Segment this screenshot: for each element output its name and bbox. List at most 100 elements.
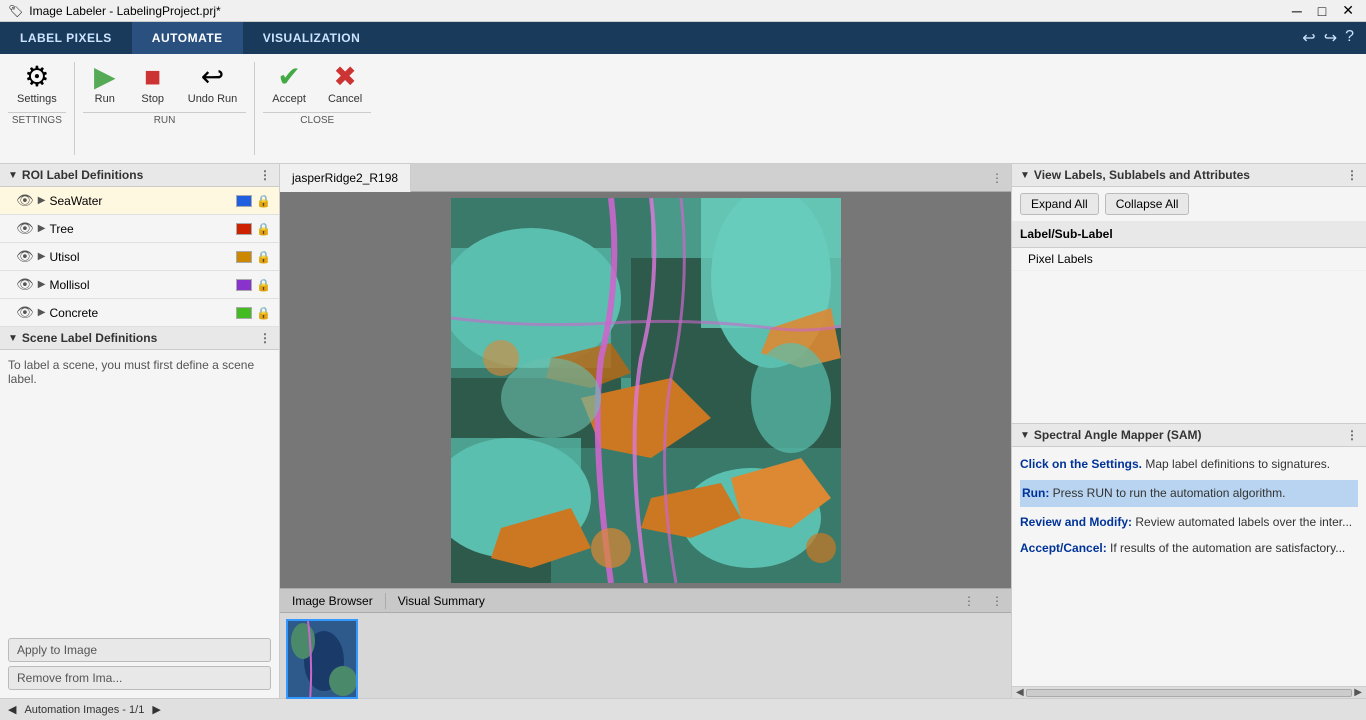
lock-icon-seawater[interactable]: 🔒 bbox=[256, 194, 271, 208]
cancel-label: Cancel bbox=[328, 93, 362, 105]
scene-collapse-arrow[interactable]: ▼ bbox=[8, 333, 18, 344]
eye-icon-mollisol[interactable]: 👁 bbox=[16, 276, 34, 293]
roi-collapse-arrow[interactable]: ▼ bbox=[8, 170, 18, 181]
sam-step3-text: Review automated labels over the inter..… bbox=[1135, 515, 1352, 529]
summary-menu-button[interactable]: ⋮ bbox=[983, 594, 1011, 608]
status-prev-arrow[interactable]: ◀ bbox=[8, 703, 16, 716]
settings-group-label: SETTINGS bbox=[8, 112, 66, 126]
cancel-button[interactable]: ✖ Cancel bbox=[319, 58, 371, 110]
lock-icon-utisol[interactable]: 🔒 bbox=[256, 250, 271, 264]
labels-collapse-arrow[interactable]: ▼ bbox=[1020, 170, 1030, 181]
lock-icon-tree[interactable]: 🔒 bbox=[256, 222, 271, 236]
remove-from-image-button[interactable]: Remove from Ima... bbox=[8, 666, 271, 690]
run-button[interactable]: ▶ Run bbox=[83, 58, 127, 110]
sam-menu-button[interactable]: ⋮ bbox=[1346, 428, 1358, 442]
labels-menu-button[interactable]: ⋮ bbox=[1346, 168, 1358, 182]
undo-run-button[interactable]: ↩ Undo Run bbox=[179, 58, 247, 110]
maximize-button[interactable]: □ bbox=[1314, 2, 1330, 19]
roi-panel-header: ▼ ROI Label Definitions ⋮ bbox=[0, 164, 279, 187]
expand-arrow-utisol[interactable]: ▶ bbox=[38, 251, 46, 262]
run-icon: ▶ bbox=[94, 63, 116, 91]
scene-content: To label a scene, you must first define … bbox=[0, 350, 279, 630]
main-layout: ▼ ROI Label Definitions ⋮ 👁 ▶ SeaWater 🔒… bbox=[0, 164, 1366, 698]
status-next-arrow[interactable]: ▶ bbox=[152, 703, 160, 716]
eye-icon-utisol[interactable]: 👁 bbox=[16, 248, 34, 265]
roi-item-tree[interactable]: 👁 ▶ Tree 🔒 bbox=[0, 215, 279, 243]
image-tab-menu-button[interactable]: ⋮ bbox=[983, 171, 1011, 185]
sam-collapse-arrow[interactable]: ▼ bbox=[1020, 430, 1030, 441]
apply-to-image-button[interactable]: Apply to Image bbox=[8, 638, 271, 662]
undo-icon[interactable]: ↩ bbox=[1302, 28, 1315, 48]
toolbar-run-group: ▶ Run ■ Stop ↩ Undo Run RUN bbox=[83, 58, 247, 126]
sam-step2-label: Run: bbox=[1022, 486, 1049, 500]
label-col-header: Label/Sub-Label bbox=[1020, 227, 1113, 241]
scroll-right-arrow[interactable]: ▶ bbox=[1352, 687, 1364, 698]
scene-menu-button[interactable]: ⋮ bbox=[259, 331, 271, 345]
roi-item-utisol[interactable]: 👁 ▶ Utisol 🔒 bbox=[0, 243, 279, 271]
help-icon[interactable]: ? bbox=[1345, 28, 1354, 48]
labels-header-label: View Labels, Sublabels and Attributes bbox=[1034, 168, 1250, 182]
tab-bar-icons: ↩ ↪ ? bbox=[1302, 28, 1366, 48]
roi-item-concrete[interactable]: 👁 ▶ Concrete 🔒 bbox=[0, 299, 279, 327]
roi-label-mollisol: Mollisol bbox=[49, 278, 232, 292]
tab-label-pixels[interactable]: LABEL PIXELS bbox=[0, 22, 132, 54]
tab-visualization[interactable]: VISUALIZATION bbox=[243, 22, 381, 54]
bottom-tab-visual[interactable]: Visual Summary bbox=[386, 589, 497, 613]
scroll-left-arrow[interactable]: ◀ bbox=[1014, 687, 1026, 698]
roi-label-concrete: Concrete bbox=[49, 306, 232, 320]
roi-label-seawater: SeaWater bbox=[49, 194, 232, 208]
image-tab-label: jasperRidge2_R198 bbox=[292, 171, 398, 185]
lock-icon-concrete[interactable]: 🔒 bbox=[256, 306, 271, 320]
sam-step2-text: Press RUN to run the automation algorith… bbox=[1053, 486, 1286, 500]
right-scrollbar[interactable]: ◀ ▶ bbox=[1012, 686, 1366, 698]
roi-header-label: ROI Label Definitions bbox=[22, 168, 143, 182]
image-tab-bar: jasperRidge2_R198 ⋮ bbox=[280, 164, 1011, 192]
settings-button[interactable]: ⚙ Settings bbox=[8, 58, 66, 110]
image-tab-jasper[interactable]: jasperRidge2_R198 bbox=[280, 164, 411, 192]
label-row-pixel: Pixel Labels bbox=[1028, 252, 1093, 266]
redo-icon[interactable]: ↪ bbox=[1324, 28, 1337, 48]
satellite-image bbox=[451, 198, 841, 583]
browser-menu-button[interactable]: ⋮ bbox=[955, 594, 983, 608]
color-swatch-tree bbox=[236, 223, 252, 235]
visual-tab-label: Visual Summary bbox=[398, 594, 485, 608]
bottom-tab-browser[interactable]: Image Browser bbox=[280, 589, 385, 613]
tab-automate[interactable]: AUTOMATE bbox=[132, 22, 243, 54]
right-panel: ▼ View Labels, Sublabels and Attributes … bbox=[1011, 164, 1366, 698]
image-thumbnail[interactable] bbox=[286, 619, 358, 699]
scene-panel-header: ▼ Scene Label Definitions ⋮ bbox=[0, 327, 279, 350]
scrollbar-track[interactable] bbox=[1026, 689, 1353, 697]
close-button[interactable]: ✕ bbox=[1338, 2, 1358, 19]
toolbar-close-group: ✔ Accept ✖ Cancel CLOSE bbox=[263, 58, 371, 126]
roi-item-mollisol[interactable]: 👁 ▶ Mollisol 🔒 bbox=[0, 271, 279, 299]
expand-arrow-concrete[interactable]: ▶ bbox=[38, 307, 46, 318]
eye-icon-concrete[interactable]: 👁 bbox=[16, 304, 34, 321]
expand-arrow-seawater[interactable]: ▶ bbox=[38, 195, 46, 206]
sam-step4-label: Accept/Cancel: bbox=[1020, 541, 1107, 555]
expand-arrow-mollisol[interactable]: ▶ bbox=[38, 279, 46, 290]
accept-button[interactable]: ✔ Accept bbox=[263, 58, 315, 110]
roi-menu-button[interactable]: ⋮ bbox=[259, 168, 271, 182]
browser-tab-label: Image Browser bbox=[292, 594, 373, 608]
scene-header-label: Scene Label Definitions bbox=[22, 331, 157, 345]
stop-button[interactable]: ■ Stop bbox=[131, 58, 175, 110]
center-panel: jasperRidge2_R198 ⋮ bbox=[280, 164, 1011, 698]
app-title: 🏷 Image Labeler - LabelingProject.prj* bbox=[8, 4, 221, 18]
sam-panel-header: ▼ Spectral Angle Mapper (SAM) ⋮ bbox=[1012, 424, 1366, 447]
collapse-all-button[interactable]: Collapse All bbox=[1105, 193, 1190, 215]
left-panel: ▼ ROI Label Definitions ⋮ 👁 ▶ SeaWater 🔒… bbox=[0, 164, 280, 698]
eye-icon-seawater[interactable]: 👁 bbox=[16, 192, 34, 209]
window-controls: ─ □ ✕ bbox=[1288, 2, 1358, 19]
color-swatch-mollisol bbox=[236, 279, 252, 291]
run-label: Run bbox=[95, 93, 115, 105]
lock-icon-mollisol[interactable]: 🔒 bbox=[256, 278, 271, 292]
bottom-tab-bar: Image Browser Visual Summary ⋮ ⋮ bbox=[280, 589, 1011, 613]
sam-step3-label: Review and Modify: bbox=[1020, 515, 1132, 529]
roi-item-seawater[interactable]: 👁 ▶ SeaWater 🔒 bbox=[0, 187, 279, 215]
minimize-button[interactable]: ─ bbox=[1288, 2, 1306, 19]
expand-arrow-tree[interactable]: ▶ bbox=[38, 223, 46, 234]
expand-all-button[interactable]: Expand All bbox=[1020, 193, 1099, 215]
labels-table-row-pixel: Pixel Labels bbox=[1012, 248, 1366, 271]
eye-icon-tree[interactable]: 👁 bbox=[16, 220, 34, 237]
image-viewer[interactable] bbox=[280, 192, 1011, 588]
